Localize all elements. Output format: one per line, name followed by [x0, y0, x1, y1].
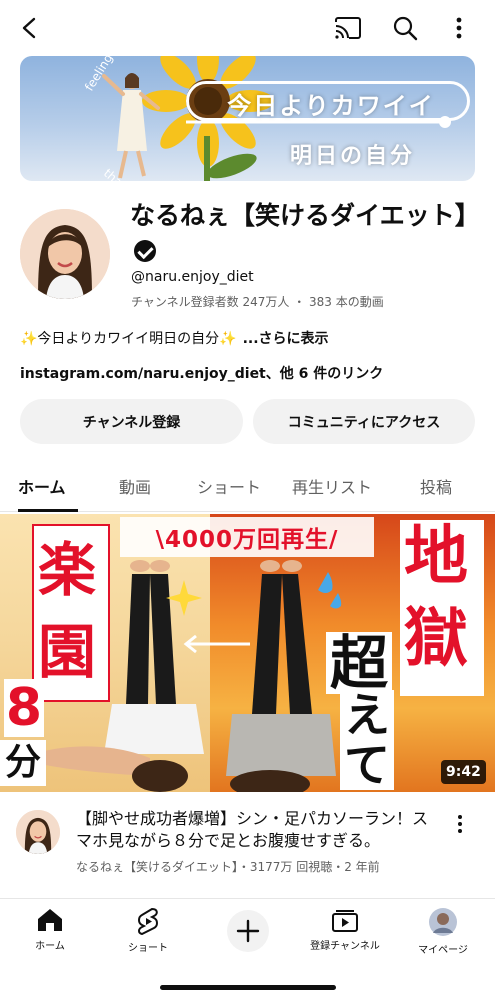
channel-avatar[interactable]: [20, 209, 110, 299]
search-icon[interactable]: [389, 12, 421, 44]
community-button[interactable]: コミュニティにアクセス: [253, 399, 475, 444]
channel-banner: 今日よりカワイイ 明日の自分 feeling pretty than ever …: [20, 56, 475, 181]
video-meta: なるねぇ【笑けるダイエット】・3177万 回視聴・2 年前: [76, 860, 380, 874]
home-indicator: [160, 985, 336, 990]
verified-check-icon: [134, 240, 156, 262]
tab-playlists[interactable]: 再生リスト: [292, 474, 372, 498]
chevron-left-icon[interactable]: [14, 12, 46, 44]
thumbnail-number: 8: [4, 678, 44, 738]
subscriber-count: チャンネル登録者数 247万人: [131, 295, 290, 309]
tab-posts[interactable]: 投稿: [420, 474, 452, 498]
description-text: ✨今日よりカワイイ明日の自分✨: [20, 331, 237, 347]
thumbnail-right-char-5: て: [340, 740, 394, 790]
nav-shorts[interactable]: ショート: [108, 907, 188, 954]
channel-name-text: なるねぇ【笑けるダイエット】: [130, 201, 480, 230]
thumbnail-right-char-4: え: [340, 690, 394, 740]
shorts-icon: [138, 907, 158, 935]
home-icon: [38, 909, 62, 931]
vertical-dots-icon[interactable]: [443, 12, 475, 44]
thumbnail-view-count-banner: \4000万回再生/: [120, 517, 374, 557]
show-more-link[interactable]: ...さらに表示: [243, 331, 329, 347]
channel-handle: @naru.enjoy_diet: [131, 269, 254, 285]
nav-my-page-label: マイページ: [418, 945, 468, 956]
top-bar: [0, 0, 495, 56]
nav-subscriptions-label: 登録チャンネル: [310, 941, 380, 952]
instagram-link[interactable]: instagram.com/naru.enjoy_diet: [20, 366, 266, 382]
cast-icon[interactable]: [332, 12, 364, 44]
channel-description[interactable]: ✨今日よりカワイイ明日の自分✨ ...さらに表示: [20, 328, 329, 348]
nav-home[interactable]: ホーム: [10, 907, 90, 952]
stats-separator: ・: [293, 295, 310, 309]
subscriptions-icon: [332, 910, 358, 932]
nav-create[interactable]: [208, 909, 288, 953]
nav-subscriptions[interactable]: 登録チャンネル: [305, 907, 385, 952]
thumbnail-right-char-1: 地: [404, 520, 468, 594]
video-more-icon[interactable]: [448, 812, 472, 836]
nav-shorts-label: ショート: [128, 943, 168, 954]
more-links[interactable]: 、他 6 件のリンク: [266, 366, 384, 382]
channel-tabs: ホーム 動画 ショート 再生リスト 投稿: [0, 462, 495, 512]
video-channel-avatar[interactable]: [16, 810, 60, 854]
active-tab-indicator: [18, 509, 78, 512]
plus-icon: [227, 910, 269, 952]
channel-name: なるねぇ【笑けるダイエット】: [130, 198, 480, 270]
nav-home-label: ホーム: [35, 941, 65, 952]
video-title[interactable]: 【脚やせ成功者爆増】シン・足パカソーラン！スマホ見ながら８分で足とお腹痩せすぎる…: [76, 808, 436, 852]
thumbnail-left-char-2: 園: [38, 618, 97, 686]
nav-my-page[interactable]: マイページ: [403, 907, 483, 956]
banner-line-2: 明日の自分: [290, 144, 416, 169]
tab-home[interactable]: ホーム: [18, 474, 66, 498]
thumbnail-left-char-1: 楽: [38, 536, 97, 604]
thumbnail-right-char-3: 超: [326, 632, 393, 694]
subscribe-button[interactable]: チャンネル登録: [20, 399, 243, 444]
video-count: 383 本の動画: [309, 295, 384, 309]
channel-stats: チャンネル登録者数 247万人 ・ 383 本の動画: [131, 293, 384, 310]
thumbnail-unit: 分: [0, 740, 46, 786]
profile-avatar-icon: [429, 908, 457, 936]
thumbnail-right-char-2: 獄: [404, 602, 468, 676]
video-thumbnail[interactable]: \4000万回再生/ 楽 園 8 分 地 獄 超 え て 9:42: [0, 514, 495, 792]
tab-shorts[interactable]: ショート: [197, 474, 261, 498]
tab-videos[interactable]: 動画: [119, 474, 151, 498]
video-duration: 9:42: [441, 760, 486, 784]
channel-links[interactable]: instagram.com/naru.enjoy_diet、他 6 件のリンク: [20, 363, 383, 383]
